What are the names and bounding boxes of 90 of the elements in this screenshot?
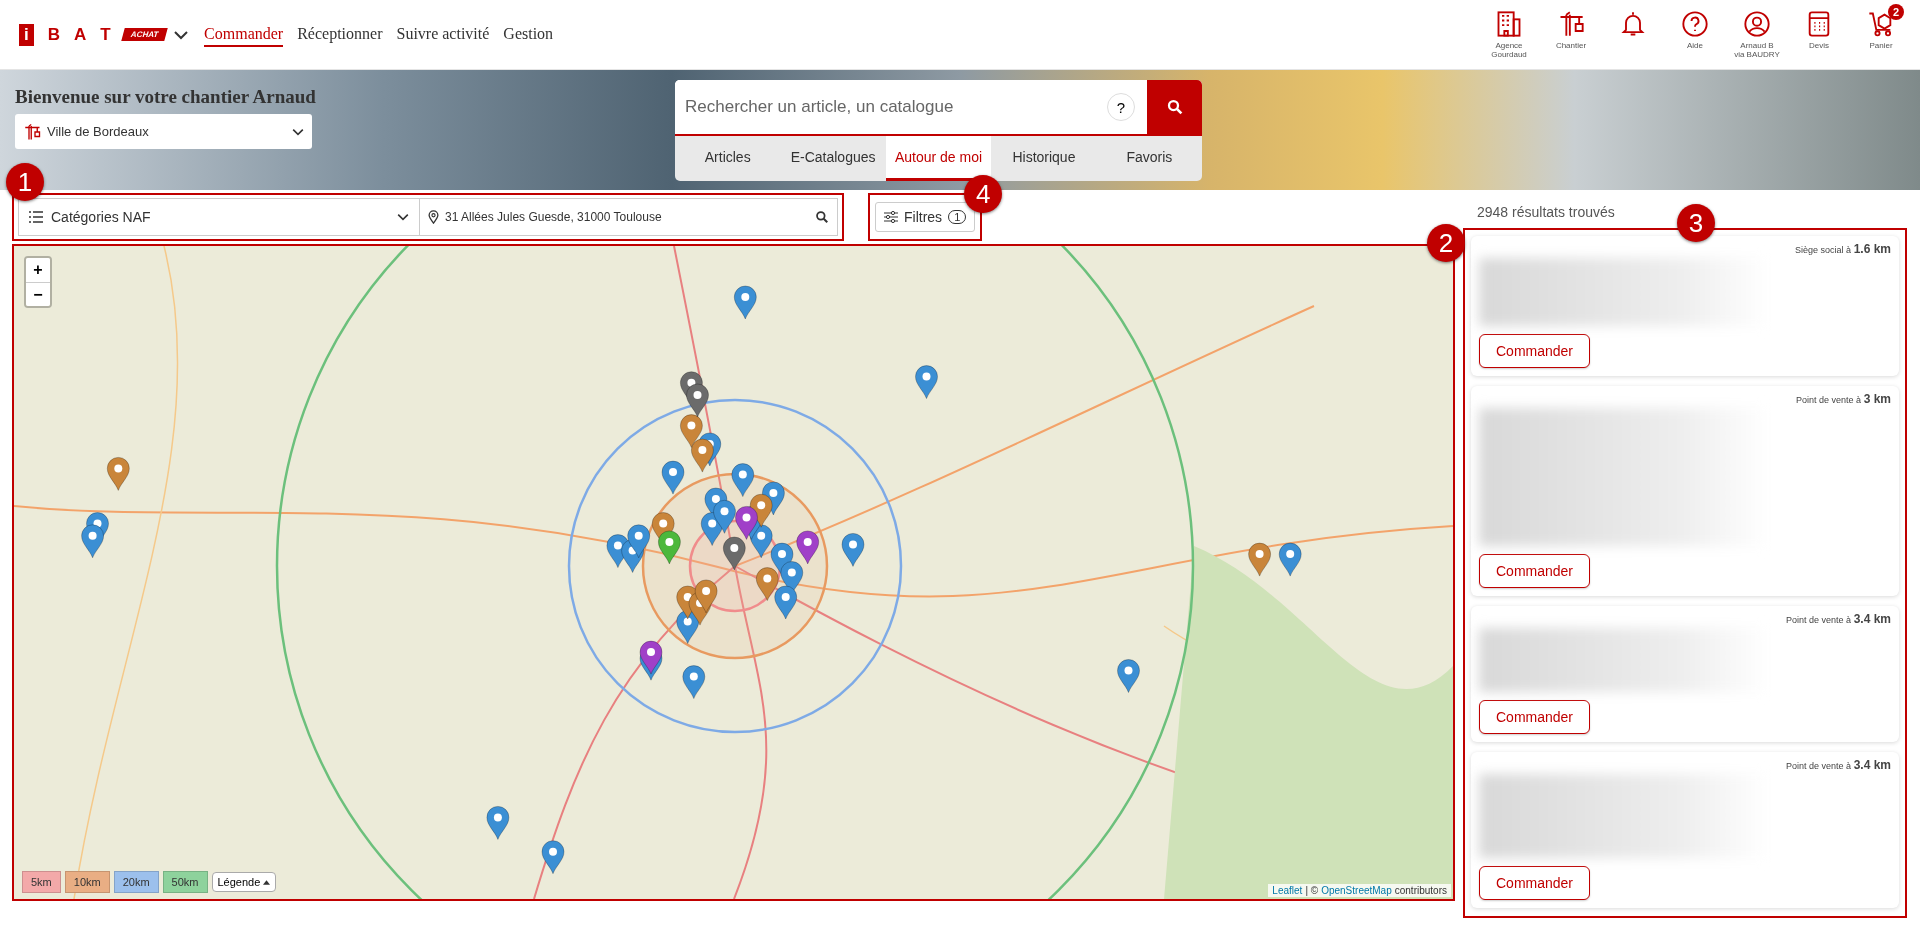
order-button[interactable]: Commander	[1479, 700, 1591, 734]
map-marker[interactable]	[690, 438, 714, 473]
result-card[interactable]: Siège social à 1.6 km Commander	[1471, 236, 1899, 376]
map-marker[interactable]	[1248, 542, 1272, 577]
attribution-text: contributors	[1394, 885, 1447, 896]
help-icon	[1681, 10, 1709, 38]
results-count: 2948 résultats trouvés	[1476, 203, 1615, 222]
search-tab[interactable]: Autour de moi	[885, 136, 992, 181]
result-distance: Point de vente à 3.4 km	[1786, 612, 1891, 626]
search-button[interactable]	[1147, 80, 1202, 134]
zoom-out-button[interactable]: −	[26, 282, 50, 306]
chevron-down-icon	[397, 213, 409, 221]
map-marker[interactable]	[755, 567, 779, 602]
map-marker[interactable]	[722, 536, 746, 571]
callout-badge: 3	[1677, 204, 1715, 242]
map-marker[interactable]	[657, 530, 681, 565]
site-select[interactable]: Ville de Bordeaux	[15, 114, 312, 149]
list-icon	[29, 211, 43, 223]
order-button[interactable]: Commander	[1479, 866, 1591, 900]
action-label[interactable]: Agence Gourdaud	[1491, 41, 1527, 59]
openstreetmap-link[interactable]: OpenStreetMap	[1321, 885, 1392, 896]
legend-button[interactable]: Légende	[211, 872, 277, 892]
result-distance: Point de vente à 3.4 km	[1786, 758, 1891, 772]
map-marker[interactable]	[661, 460, 685, 495]
leaflet-link[interactable]: Leaflet	[1272, 885, 1303, 896]
map-marker[interactable]	[486, 805, 510, 840]
bell-icon	[1619, 10, 1647, 38]
action-label[interactable]: Panier	[1869, 41, 1893, 50]
map-marker[interactable]	[915, 365, 938, 400]
order-button[interactable]: Commander	[1479, 554, 1591, 588]
chevron-down-icon	[292, 127, 304, 136]
search-tab[interactable]: Articles	[675, 136, 781, 181]
nav-link[interactable]: Suivre activité	[396, 22, 490, 47]
result-card[interactable]: Point de vente à 3 km Commander	[1471, 386, 1899, 596]
search-tab[interactable]: Favoris	[1096, 136, 1202, 181]
search-tab[interactable]: E-Catalogues	[780, 136, 886, 181]
map-marker[interactable]	[694, 579, 718, 614]
radius-legend-chip: 10km	[64, 871, 110, 893]
cart-count-badge: 2	[1888, 4, 1904, 20]
radius-legend-chip: 5km	[22, 871, 61, 893]
category-select[interactable]: Catégories NAF	[18, 198, 420, 236]
map-marker[interactable]	[106, 456, 130, 491]
nav-link[interactable]: Gestion	[503, 22, 554, 47]
result-card[interactable]: Point de vente à 3.4 km Commander	[1471, 752, 1899, 908]
caret-up-icon	[263, 879, 271, 885]
result-distance: Siège social à 1.6 km	[1795, 242, 1891, 256]
attribution-text: | ©	[1305, 885, 1319, 896]
map-marker[interactable]	[639, 640, 663, 675]
nav-link[interactable]: Réceptionner	[297, 22, 383, 47]
action-label[interactable]: Aide	[1687, 41, 1703, 50]
crane-icon	[23, 122, 41, 141]
action-sublabel: via BAUDRY	[1734, 50, 1780, 59]
sliders-icon	[884, 211, 898, 223]
radius-legend-chip: 20km	[113, 871, 159, 893]
search-icon	[1165, 98, 1184, 116]
map-marker[interactable]	[735, 505, 758, 540]
map-marker[interactable]	[731, 463, 755, 498]
building-icon	[1495, 10, 1523, 38]
zoom-in-button[interactable]: +	[26, 258, 50, 282]
chevron-down-icon[interactable]	[174, 29, 189, 40]
address-field[interactable]: 31 Allées Jules Guesde, 31000 Toulouse	[420, 198, 838, 236]
help-button[interactable]: ?	[1107, 93, 1135, 121]
logo[interactable]: i B A T ACHAT	[19, 23, 167, 46]
welcome-title: Bienvenue sur votre chantier Arnaud	[15, 86, 317, 108]
user-icon	[1743, 10, 1771, 38]
map-marker[interactable]	[796, 530, 820, 565]
nav-link[interactable]: Commander	[204, 22, 284, 47]
radius-legend-chip: 50km	[162, 871, 208, 893]
map-marker[interactable]	[733, 285, 757, 320]
action-label[interactable]: Arnaud B	[1740, 41, 1774, 50]
map-marker[interactable]	[774, 585, 798, 620]
filters-button[interactable]: Filtres 1	[875, 202, 976, 232]
map-marker[interactable]	[713, 499, 736, 534]
action-label[interactable]: Devis	[1809, 41, 1829, 50]
action-label[interactable]: Chantier	[1555, 41, 1587, 50]
order-button[interactable]: Commander	[1479, 334, 1591, 368]
map-marker[interactable]	[1117, 659, 1140, 693]
search-icon[interactable]	[815, 210, 829, 224]
callout-badge: 2	[1427, 224, 1465, 262]
map-marker[interactable]	[682, 665, 706, 700]
map-marker[interactable]	[679, 414, 703, 449]
map-marker[interactable]	[81, 524, 105, 559]
map-marker[interactable]	[686, 383, 709, 418]
map-marker[interactable]	[1278, 542, 1302, 577]
map-marker[interactable]	[627, 524, 651, 559]
result-card[interactable]: Point de vente à 3.4 km Commander	[1471, 606, 1899, 742]
result-distance: Point de vente à 3 km	[1796, 392, 1891, 406]
map-marker[interactable]	[541, 840, 565, 875]
location-pin-icon	[428, 210, 439, 224]
map-marker[interactable]	[841, 532, 865, 567]
